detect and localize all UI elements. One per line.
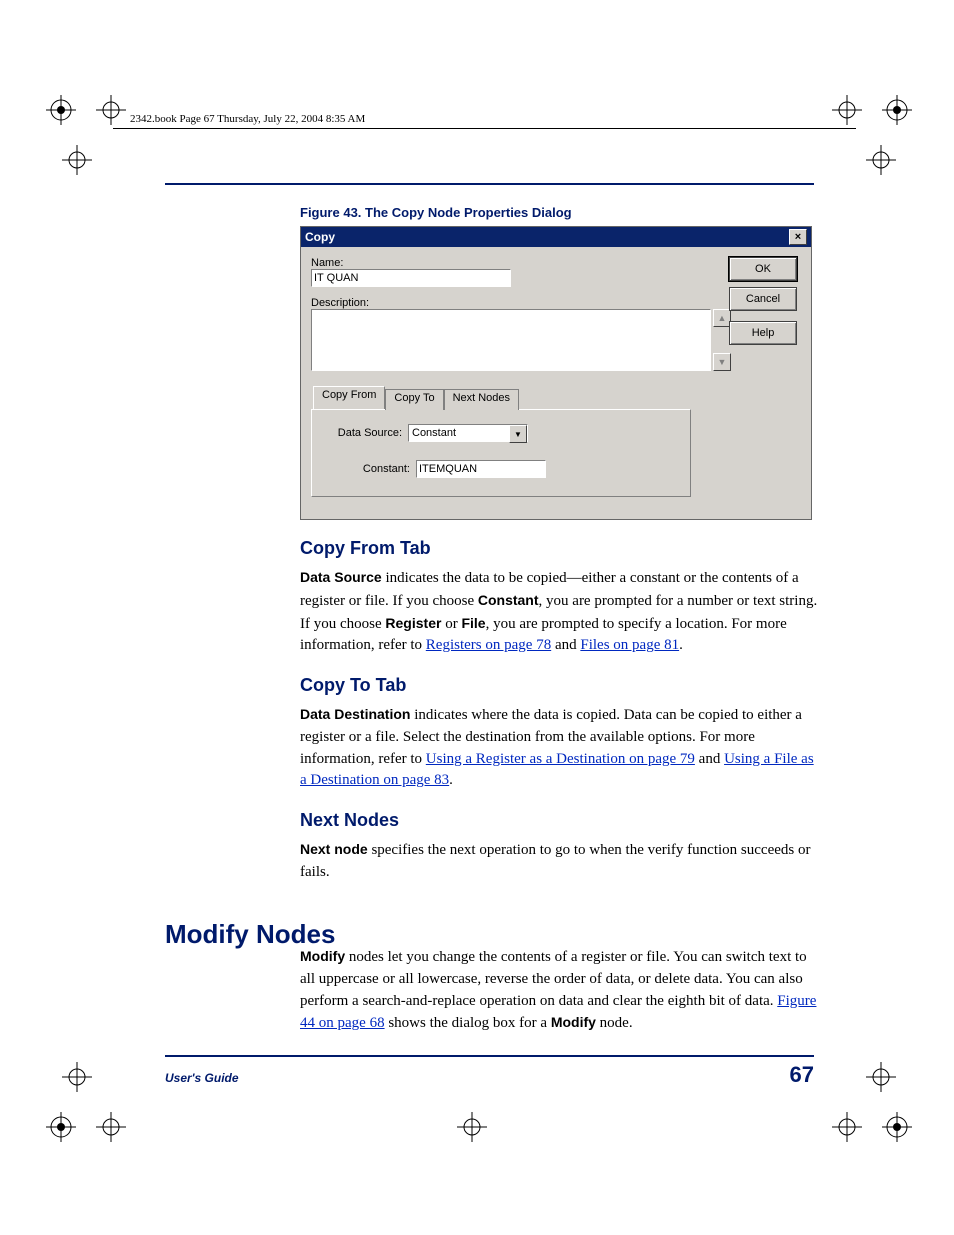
- cancel-button[interactable]: Cancel: [729, 287, 797, 311]
- page-footer: User's Guide 67: [165, 1062, 814, 1088]
- tab-copy-from[interactable]: Copy From: [313, 386, 385, 409]
- registration-mark-icon: [880, 93, 914, 127]
- name-input[interactable]: [311, 269, 511, 287]
- content-column: Figure 43. The Copy Node Properties Dial…: [300, 205, 820, 894]
- dialog-titlebar: Copy ×: [301, 227, 811, 247]
- heading-copy-to-tab: Copy To Tab: [300, 675, 820, 696]
- crosshair-icon: [830, 1110, 864, 1144]
- paragraph-copy-from: Data Source indicates the data to be cop…: [300, 567, 820, 657]
- link-register-dest-p79[interactable]: Using a Register as a Destination on pag…: [426, 751, 695, 767]
- crosshair-icon: [455, 1110, 489, 1144]
- crosshair-icon: [864, 143, 898, 177]
- term-data-destination: Data Destination: [300, 706, 410, 722]
- term-data-source: Data Source: [300, 569, 382, 585]
- page: 2342.book Page 67 Thursday, July 22, 200…: [0, 0, 954, 1235]
- link-registers-p78[interactable]: Registers on page 78: [426, 637, 551, 653]
- description-textarea[interactable]: [311, 309, 711, 371]
- tab-panel-copy-from: Data Source: Constant ▼ Constant:: [311, 409, 691, 497]
- crosshair-icon: [94, 1110, 128, 1144]
- data-source-label: Data Source:: [330, 427, 408, 439]
- footer-page-number: 67: [790, 1062, 814, 1088]
- page-header-meta: 2342.book Page 67 Thursday, July 22, 200…: [130, 113, 365, 125]
- crosshair-icon: [864, 1060, 898, 1094]
- registration-mark-icon: [44, 1110, 78, 1144]
- term-constant: Constant: [478, 592, 539, 608]
- footer-guide: User's Guide: [165, 1071, 239, 1085]
- close-button[interactable]: ×: [789, 229, 807, 245]
- crosshair-icon: [94, 93, 128, 127]
- tab-copy-to[interactable]: Copy To: [385, 389, 443, 410]
- dialog-button-column: OK Cancel Help: [729, 257, 797, 351]
- header-rule: [113, 128, 856, 129]
- dialog-tabbar: Copy From Copy To Next Nodes: [311, 389, 711, 409]
- term-next-node: Next node: [300, 841, 368, 857]
- term-modify-2: Modify: [551, 1014, 596, 1030]
- top-rule: [165, 183, 814, 185]
- name-label: Name:: [311, 257, 711, 269]
- ok-button[interactable]: OK: [729, 257, 797, 281]
- link-files-p81[interactable]: Files on page 81: [580, 637, 679, 653]
- heading-copy-from-tab: Copy From Tab: [300, 538, 820, 559]
- registration-mark-icon: [880, 1110, 914, 1144]
- dialog-title: Copy: [305, 230, 335, 244]
- heading-next-nodes: Next Nodes: [300, 810, 820, 831]
- help-button[interactable]: Help: [729, 321, 797, 345]
- crosshair-icon: [830, 93, 864, 127]
- crosshair-icon: [60, 143, 94, 177]
- paragraph-modify: Modify nodes let you change the contents…: [300, 946, 820, 1035]
- tab-next-nodes[interactable]: Next Nodes: [444, 389, 519, 410]
- crosshair-icon: [60, 1060, 94, 1094]
- paragraph-next-nodes: Next node specifies the next operation t…: [300, 839, 820, 884]
- constant-label: Constant:: [350, 463, 416, 475]
- term-register: Register: [385, 615, 441, 631]
- copy-dialog: Copy × Name: Description: ▲ ▼ Copy From …: [300, 226, 812, 520]
- bottom-rule: [165, 1055, 814, 1057]
- term-modify: Modify: [300, 948, 345, 964]
- data-source-value: Constant: [412, 427, 456, 439]
- data-source-select[interactable]: Constant ▼: [408, 424, 528, 442]
- constant-input[interactable]: [416, 460, 546, 478]
- chevron-down-icon: ▼: [509, 425, 527, 443]
- paragraph-copy-to: Data Destination indicates where the dat…: [300, 704, 820, 792]
- scroll-down-button[interactable]: ▼: [713, 353, 731, 371]
- dialog-body: Name: Description: ▲ ▼ Copy From Copy To…: [301, 247, 811, 519]
- registration-mark-icon: [44, 93, 78, 127]
- term-file: File: [461, 615, 485, 631]
- description-label: Description:: [311, 297, 711, 309]
- figure-caption: Figure 43. The Copy Node Properties Dial…: [300, 205, 820, 220]
